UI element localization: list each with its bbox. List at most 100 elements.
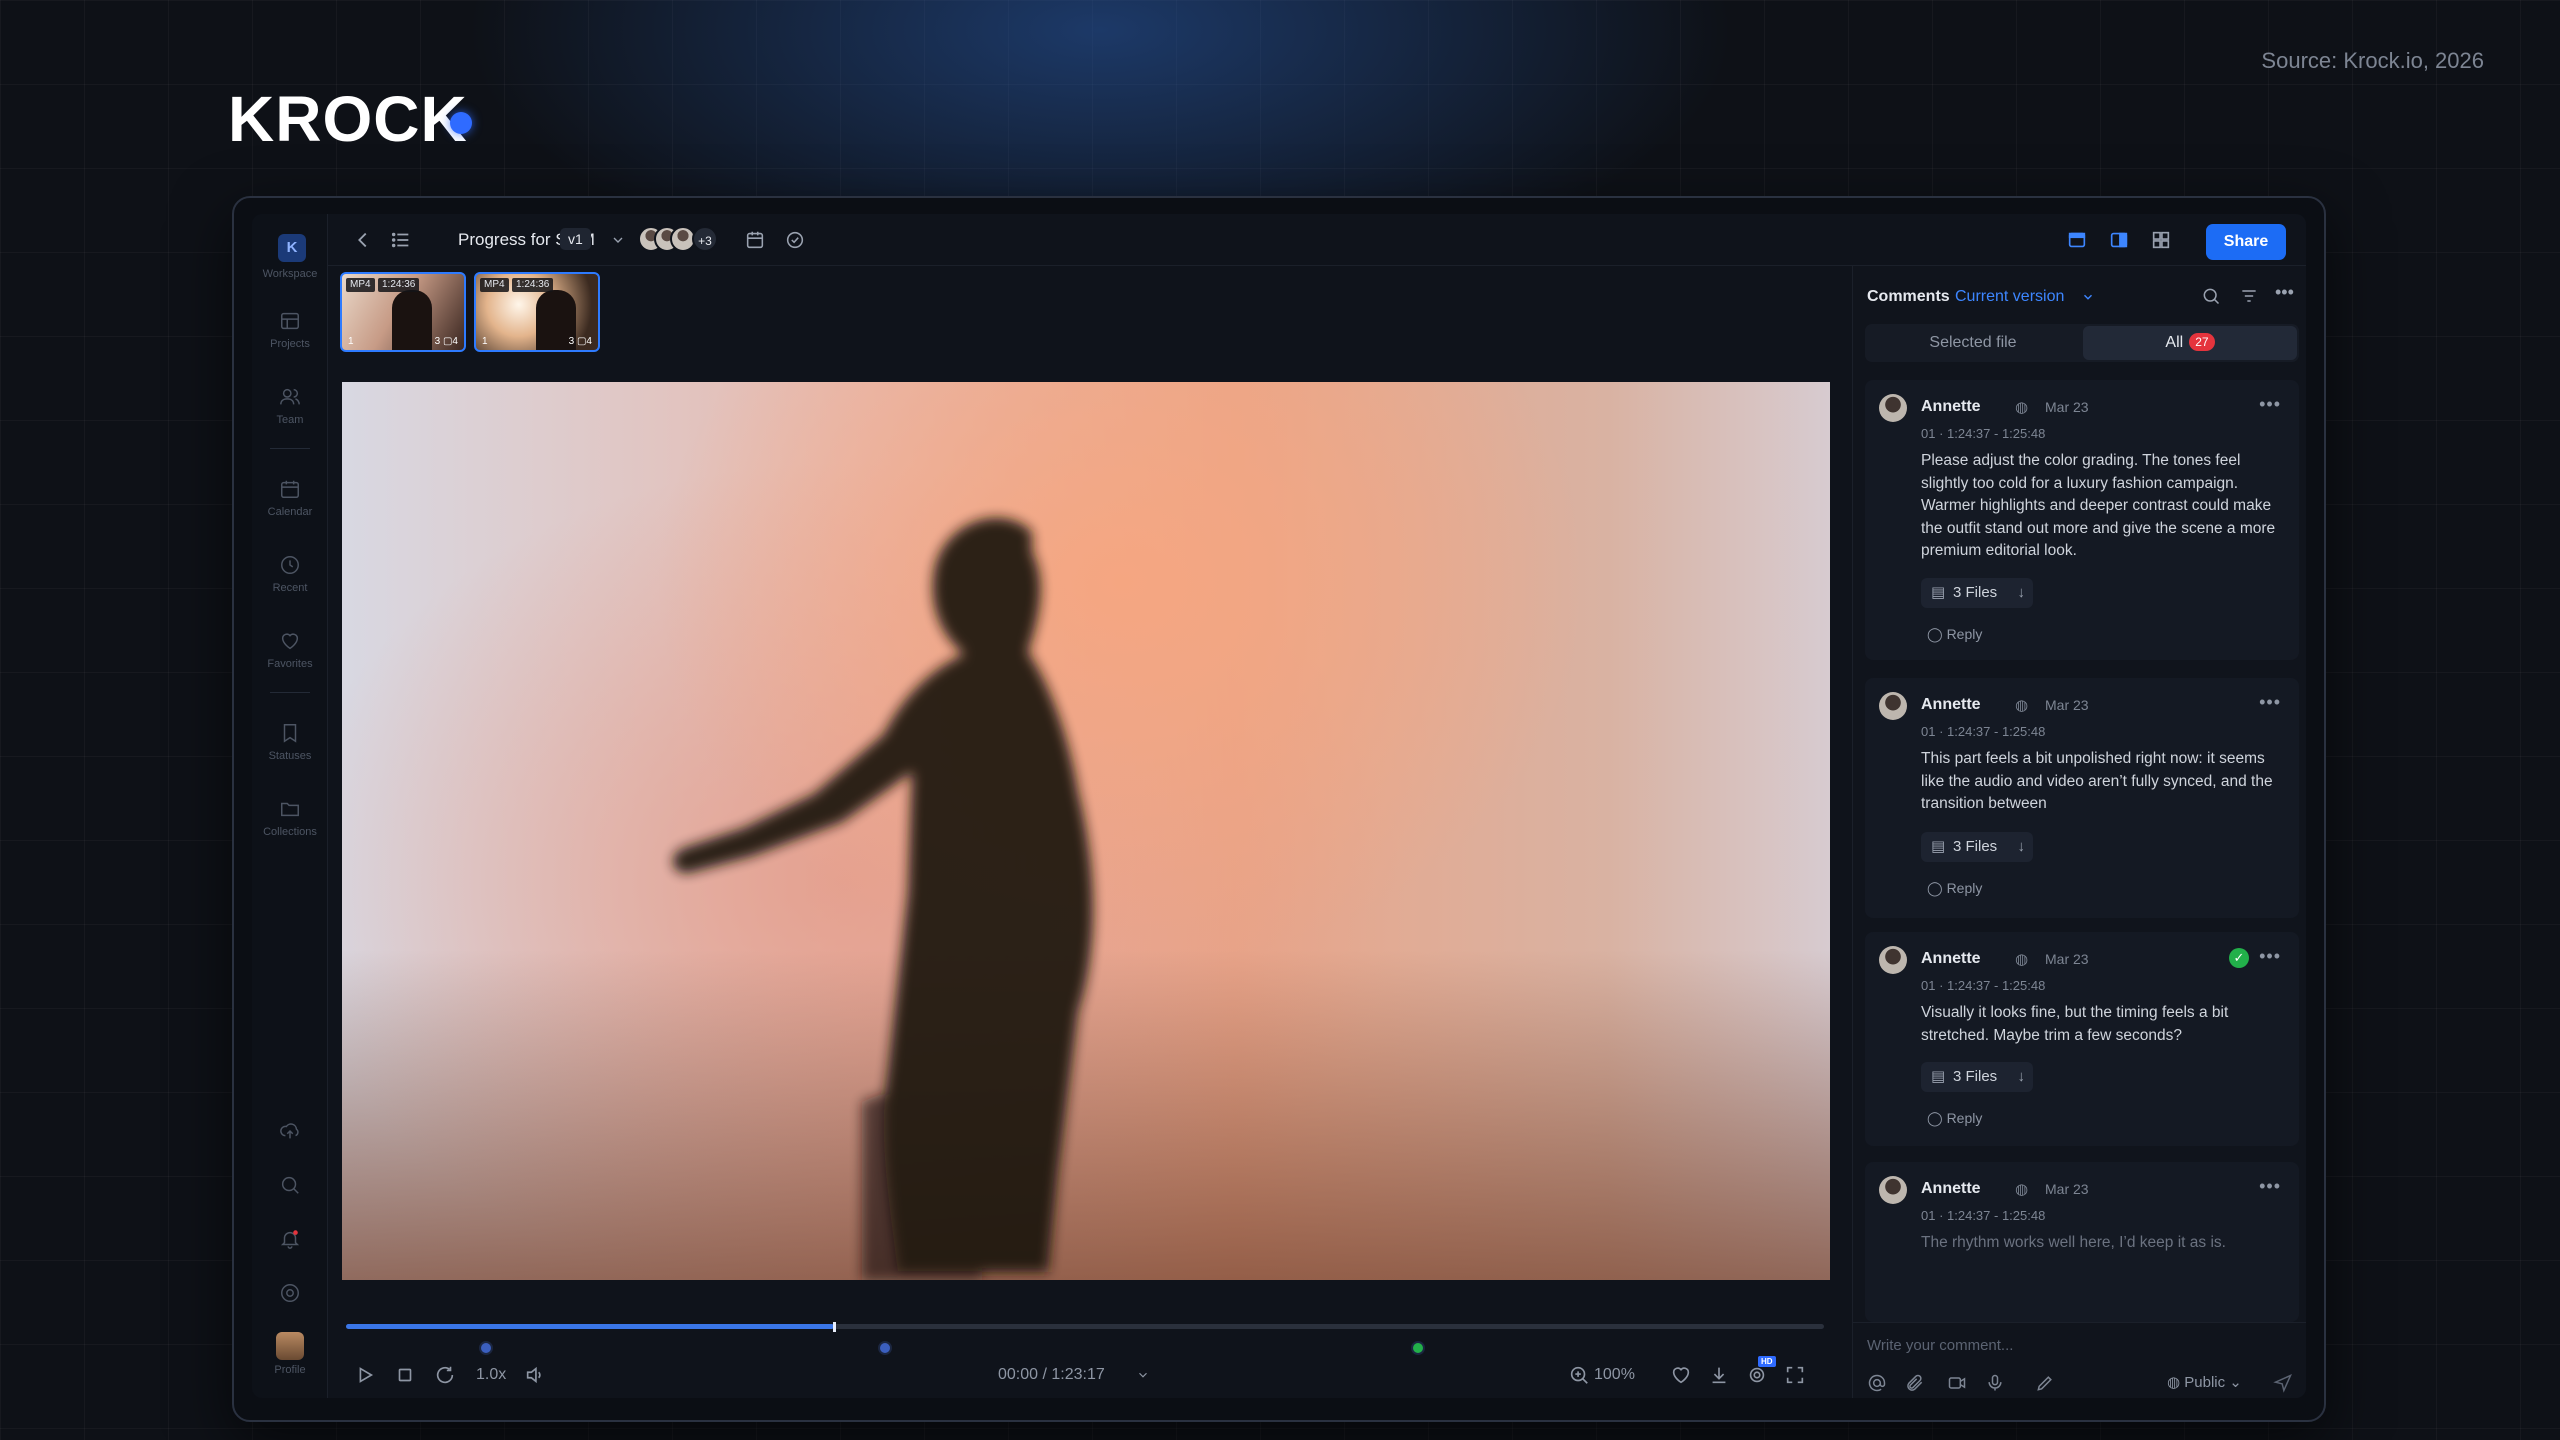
- sidebar-item-projects[interactable]: Projects: [252, 310, 328, 350]
- comment-menu-icon[interactable]: •••: [2259, 946, 2281, 967]
- video-record-icon[interactable]: [1947, 1373, 1967, 1393]
- heart-icon: [281, 633, 299, 650]
- file-icon: ▤: [1931, 838, 1946, 855]
- search-icon[interactable]: [2201, 286, 2221, 306]
- single-view-icon[interactable]: [2066, 229, 2088, 251]
- sidebar-item-calendar[interactable]: Calendar: [252, 478, 328, 518]
- sidebar-item-workspace[interactable]: Workspace: [252, 268, 328, 280]
- attachments-label: 3 Files: [1953, 1068, 1998, 1085]
- download-icon[interactable]: ↓: [2018, 1062, 2026, 1092]
- attachment-icon[interactable]: [1905, 1373, 1925, 1393]
- fullscreen-icon[interactable]: [1784, 1364, 1806, 1386]
- comment-marker[interactable]: [878, 1341, 893, 1355]
- sidebar-settings[interactable]: [252, 1282, 328, 1310]
- file-thumbnail[interactable]: MP4 1:24:36 1 3 ▢4: [340, 272, 466, 352]
- tab-selected-file[interactable]: Selected file: [1865, 324, 2081, 362]
- list-icon[interactable]: [390, 229, 412, 251]
- figure-silhouette: [672, 517, 1093, 1280]
- avatar: [1879, 946, 1907, 974]
- playhead[interactable]: [832, 1322, 836, 1332]
- avatar: [1879, 1176, 1907, 1204]
- reply-button[interactable]: ◯ Reply: [1927, 626, 1982, 643]
- timeline-track[interactable]: [346, 1322, 1824, 1332]
- video-preview[interactable]: [342, 382, 1830, 1280]
- sidebar-profile[interactable]: Profile: [252, 1332, 328, 1376]
- comment-timecode[interactable]: 01 · 1:24:37 - 1:25:48: [1921, 426, 2045, 441]
- globe-icon: ◍: [2015, 697, 2029, 714]
- comment-card[interactable]: Annette ◍ Mar 23 ✓ ••• 01 · 1:24:37 - 1:…: [1865, 932, 2299, 1146]
- sidebar-item-recent[interactable]: Recent: [252, 554, 328, 594]
- grid-view-icon[interactable]: [2150, 229, 2172, 251]
- comment-composer: Write your comment... ◍ Public ⌄: [1853, 1322, 2306, 1398]
- comment-card[interactable]: Annette ◍ Mar 23 ••• 01 · 1:24:37 - 1:25…: [1865, 1162, 2299, 1322]
- volume-icon[interactable]: [524, 1364, 546, 1386]
- thumbnail-index: 1: [482, 336, 488, 347]
- sidebar-item-team[interactable]: Team: [252, 386, 328, 426]
- comment-menu-icon[interactable]: •••: [2259, 1176, 2281, 1197]
- status-check-icon[interactable]: [784, 229, 806, 251]
- attachments-button[interactable]: ▤ 3 Files ↓: [1921, 578, 2033, 608]
- zoom-icon[interactable]: [1568, 1364, 1590, 1386]
- workspace-badge[interactable]: K: [278, 234, 306, 262]
- comment-menu-icon[interactable]: •••: [2259, 692, 2281, 713]
- back-icon[interactable]: [352, 229, 374, 251]
- reply-button[interactable]: ◯ Reply: [1927, 880, 1982, 897]
- file-icon: ▤: [1931, 1068, 1946, 1085]
- mention-icon[interactable]: [1867, 1373, 1887, 1393]
- sidebar-item-collections[interactable]: Collections: [252, 798, 328, 838]
- sidebar-search[interactable]: [252, 1174, 328, 1202]
- sidebar-notifications[interactable]: [252, 1228, 328, 1256]
- calendar-icon[interactable]: [744, 229, 766, 251]
- comment-date: Mar 23: [2045, 951, 2089, 967]
- heart-icon[interactable]: [1670, 1364, 1692, 1386]
- comment-author: Annette: [1921, 950, 1981, 967]
- loop-icon[interactable]: [434, 1364, 456, 1386]
- sidebar-item-favorites[interactable]: Favorites: [252, 630, 328, 670]
- download-icon[interactable]: [1708, 1364, 1730, 1386]
- zoom-level[interactable]: 100%: [1594, 1366, 1635, 1384]
- stop-icon[interactable]: [394, 1364, 416, 1386]
- reply-label: Reply: [1946, 880, 1983, 896]
- tab-all[interactable]: All 27: [2083, 326, 2297, 360]
- comment-card[interactable]: Annette ◍ Mar 23 ••• 01 · 1:24:37 - 1:25…: [1865, 678, 2299, 918]
- file-thumbnail[interactable]: MP4 1:24:36 1 3 ▢4: [474, 272, 600, 352]
- version-selector[interactable]: v1: [560, 228, 591, 250]
- playback-speed[interactable]: 1.0x: [476, 1366, 506, 1384]
- sidebar-upload[interactable]: [252, 1120, 328, 1148]
- comment-timecode[interactable]: 01 · 1:24:37 - 1:25:48: [1921, 978, 2045, 993]
- draw-icon[interactable]: [2035, 1373, 2055, 1393]
- send-icon[interactable]: [2273, 1373, 2293, 1393]
- side-panel-view-icon[interactable]: [2108, 229, 2130, 251]
- collaborator-avatars[interactable]: +3: [638, 224, 718, 254]
- chevron-down-icon[interactable]: [2081, 290, 2095, 304]
- attachments-button[interactable]: ▤ 3 Files ↓: [1921, 832, 2033, 862]
- attachments-button[interactable]: ▤ 3 Files ↓: [1921, 1062, 2033, 1092]
- reply-button[interactable]: ◯ Reply: [1927, 1110, 1982, 1127]
- download-icon[interactable]: ↓: [2018, 832, 2026, 862]
- filter-icon[interactable]: [2239, 286, 2259, 306]
- comment-menu-icon[interactable]: •••: [2259, 394, 2281, 415]
- sidebar-item-statuses[interactable]: Statuses: [252, 722, 328, 762]
- comment-card[interactable]: Annette ◍ Mar 23 ••• 01 · 1:24:37 - 1:25…: [1865, 380, 2299, 660]
- more-options-icon[interactable]: •••: [2275, 282, 2294, 303]
- resolved-check-icon[interactable]: ✓: [2229, 948, 2249, 968]
- time-display[interactable]: 00:00 / 1:23:17: [998, 1366, 1105, 1384]
- comment-text: This part feels a bit unpolished right n…: [1921, 750, 2273, 812]
- comment-timecode[interactable]: 01 · 1:24:37 - 1:25:48: [1921, 724, 2045, 739]
- comment-author: Annette: [1921, 696, 1981, 713]
- comment-date: Mar 23: [2045, 1181, 2089, 1197]
- comment-input[interactable]: Write your comment...: [1867, 1337, 2013, 1354]
- microphone-icon[interactable]: [1985, 1373, 2005, 1393]
- visibility-selector[interactable]: ◍ Public ⌄: [2167, 1373, 2242, 1391]
- chevron-down-icon[interactable]: [1136, 1364, 1150, 1386]
- app-window: K Workspace Projects Team Calendar Recen…: [232, 196, 2326, 1422]
- quality-settings-icon[interactable]: [1746, 1364, 1768, 1386]
- chevron-down-icon[interactable]: [610, 229, 626, 251]
- comment-marker-resolved[interactable]: [1410, 1341, 1425, 1355]
- share-button[interactable]: Share: [2206, 224, 2286, 260]
- version-filter[interactable]: Current version: [1955, 288, 2064, 306]
- play-icon[interactable]: [354, 1364, 376, 1386]
- download-icon[interactable]: ↓: [2018, 578, 2026, 608]
- comment-marker[interactable]: [479, 1341, 494, 1355]
- comment-timecode[interactable]: 01 · 1:24:37 - 1:25:48: [1921, 1208, 2045, 1223]
